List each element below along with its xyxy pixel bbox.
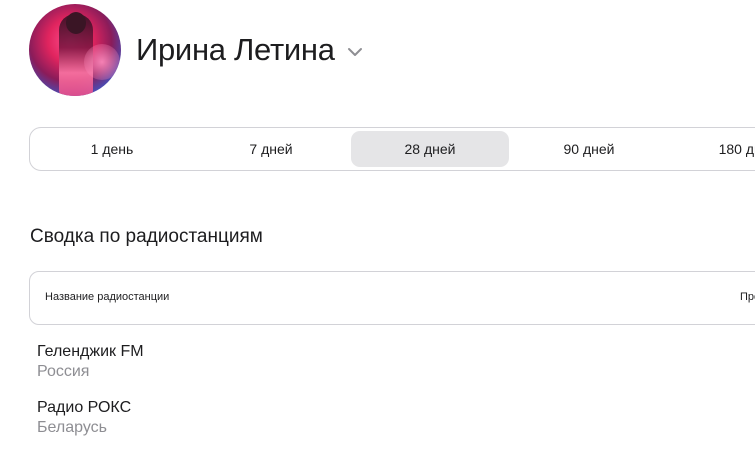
artist-name[interactable]: Ирина Летина (136, 32, 335, 68)
page: Ирина Летина 1 день 7 дней 28 дней 90 дн… (0, 0, 755, 475)
tab-1-day[interactable]: 1 день (33, 131, 191, 167)
tab-7-days[interactable]: 7 дней (192, 131, 350, 167)
period-segmented-control: 1 день 7 дней 28 дней 90 дней 180 дней (29, 127, 755, 171)
station-name: Геленджик FM (37, 343, 144, 360)
table-row[interactable]: Геленджик FM Россия (37, 342, 144, 382)
column-header-station-name[interactable]: Название радиостанции (45, 291, 169, 303)
chevron-down-icon[interactable] (347, 47, 363, 57)
column-header-plays[interactable]: Прослушивания (740, 291, 755, 303)
section-title: Сводка по радиостанциям (30, 226, 263, 247)
table-header: Название радиостанции Прослушивания (29, 271, 755, 325)
tab-28-days[interactable]: 28 дней (351, 131, 509, 167)
artist-header: Ирина Летина (29, 4, 363, 96)
tab-180-days[interactable]: 180 дней (669, 131, 755, 167)
table-row[interactable]: Радио РОКС Беларусь (37, 398, 131, 438)
station-name: Радио РОКС (37, 399, 132, 416)
tab-90-days[interactable]: 90 дней (510, 131, 668, 167)
avatar[interactable] (29, 4, 121, 96)
station-country: Беларусь (37, 419, 107, 436)
station-country: Россия (37, 363, 90, 380)
